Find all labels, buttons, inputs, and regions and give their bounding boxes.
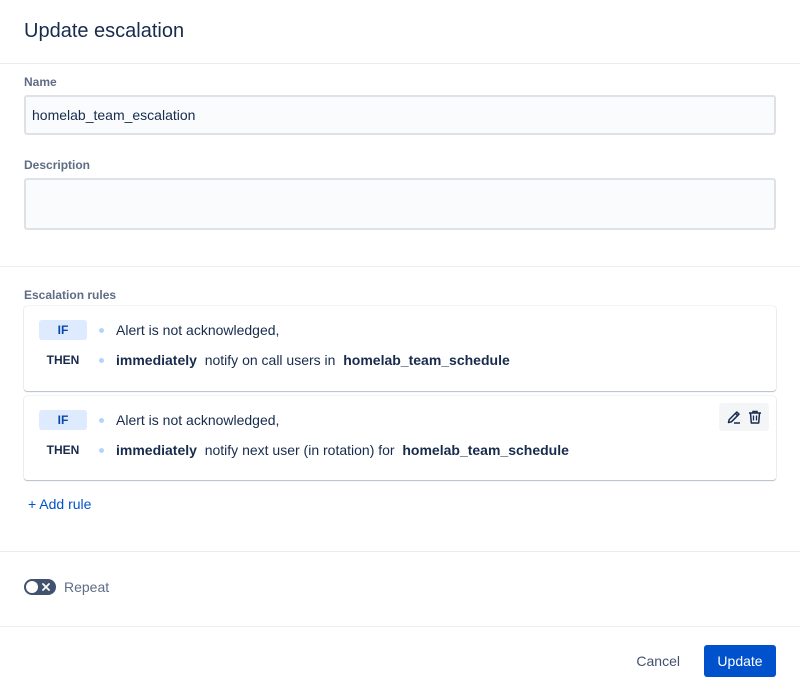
rule-then-row: THEN immediately notify next user (in ro… xyxy=(24,435,776,465)
repeat-section: Repeat xyxy=(0,552,800,595)
update-escalation-dialog: Update escalation Name homelab_team_esca… xyxy=(0,0,800,695)
escalation-rule-card[interactable]: IF Alert is not acknowledged, THEN immed… xyxy=(24,306,776,391)
rule-then-row: THEN immediately notify on call users in… xyxy=(24,345,776,375)
bullet-dot xyxy=(99,327,104,333)
rule-timing: immediately xyxy=(116,352,197,368)
name-input[interactable]: homelab_team_escalation xyxy=(24,95,776,135)
bullet-dot xyxy=(99,447,104,453)
escalation-rule-card[interactable]: IF Alert is not acknowledged, THEN immed… xyxy=(24,396,776,480)
pencil-icon[interactable] xyxy=(724,407,744,427)
repeat-label: Repeat xyxy=(64,579,110,595)
escalation-rules-label: Escalation rules xyxy=(24,288,117,302)
add-rule-link[interactable]: + Add rule xyxy=(28,496,91,512)
dialog-header: Update escalation xyxy=(0,0,800,64)
rule-if-row: IF Alert is not acknowledged, xyxy=(24,405,776,435)
trash-icon[interactable] xyxy=(745,407,765,427)
dialog-title: Update escalation xyxy=(24,20,185,42)
name-label: Name xyxy=(24,75,57,89)
repeat-toggle[interactable] xyxy=(24,579,56,595)
rule-action: notify next user (in rotation) for xyxy=(204,442,395,458)
update-button[interactable]: Update xyxy=(704,645,776,677)
dialog-footer: Cancel Update xyxy=(0,626,800,695)
rule-condition: Alert is not acknowledged, xyxy=(116,412,280,428)
then-tag: THEN xyxy=(46,353,80,367)
description-label: Description xyxy=(24,158,91,172)
bullet-dot xyxy=(99,357,104,363)
rule-target: homelab_team_schedule xyxy=(402,442,569,458)
rule-condition: Alert is not acknowledged, xyxy=(116,322,280,338)
bullet-dot xyxy=(99,417,104,423)
rule-target: homelab_team_schedule xyxy=(343,352,510,368)
escalation-rules-section: Escalation rules IF Alert is not acknowl… xyxy=(0,267,800,514)
rule-timing: immediately xyxy=(116,442,197,458)
rule-actions xyxy=(719,403,769,431)
rule-if-row: IF Alert is not acknowledged, xyxy=(24,315,776,345)
rule-action: notify on call users in xyxy=(204,352,336,368)
if-tag: IF xyxy=(39,320,87,340)
if-tag: IF xyxy=(39,410,87,430)
toggle-knob xyxy=(26,581,38,593)
description-input[interactable] xyxy=(24,178,776,230)
cancel-button[interactable]: Cancel xyxy=(626,645,690,677)
name-section: Name homelab_team_escalation Description xyxy=(0,64,800,230)
close-icon xyxy=(42,583,50,591)
then-tag: THEN xyxy=(46,443,80,457)
